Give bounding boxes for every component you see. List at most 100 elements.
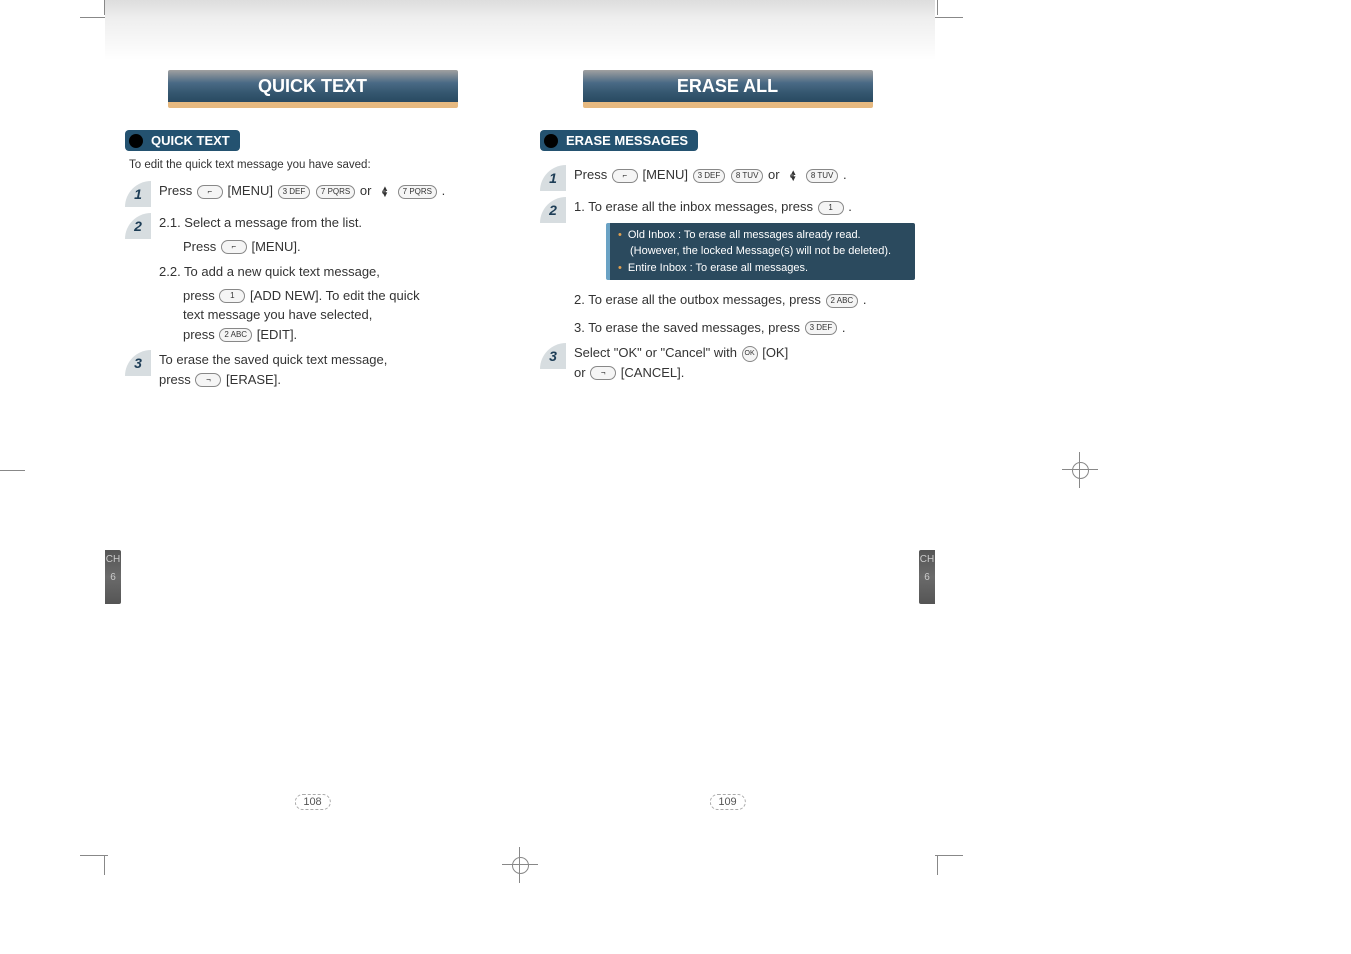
key-3-icon: 3 DEF [278, 185, 311, 199]
crop-mark [104, 855, 105, 875]
crop-mark [935, 855, 963, 856]
registration-mark [1070, 460, 1090, 480]
step-text: or [360, 183, 375, 198]
chapter-title-accent [168, 102, 458, 108]
page-content: QUICK TEXT To edit the quick text messag… [105, 130, 520, 395]
page-number: 108 [294, 794, 330, 810]
crop-mark [937, 0, 938, 15]
section-pill: ERASE MESSAGES [540, 130, 698, 151]
section-intro: To edit the quick text message you have … [129, 159, 500, 171]
step-text: [MENU]. [251, 239, 300, 254]
step-text: press [159, 372, 194, 387]
step-badge-icon: 2 [125, 213, 151, 239]
step-badge-icon: 3 [125, 350, 151, 376]
note-box: Old Inbox : To erase all messages alread… [606, 223, 915, 281]
step-text: [OK] [762, 345, 788, 360]
step-number: 3 [540, 343, 566, 369]
step-text: Select "OK" or "Cancel" with [574, 345, 741, 360]
step-text: . [843, 167, 847, 182]
substep-2-2: 2. To erase all the outbox messages, pre… [574, 290, 915, 310]
crop-mark [0, 470, 25, 471]
step-3: 3 To erase the saved quick text message,… [125, 350, 500, 389]
step-text: . [848, 199, 852, 214]
crop-mark [80, 855, 108, 856]
step-text: text message you have selected, [183, 307, 372, 322]
note-line: Entire Inbox : To erase all messages. [628, 260, 808, 277]
step-text: Press [183, 239, 220, 254]
key-1-icon: 1 [818, 201, 844, 215]
nav-key-icon: ▲▼ [785, 169, 799, 183]
step-text: [MENU] [227, 183, 276, 198]
ok-key-icon: OK [742, 346, 758, 362]
step-number: 3 [125, 350, 151, 376]
chapter-tab-num: 6 [919, 572, 935, 584]
crop-mark [80, 17, 108, 18]
substep-2-1: 2.1. Select a message from the list. Pre… [159, 213, 500, 256]
step-text: [CANCEL]. [621, 365, 685, 380]
key-7-icon: 7 PQRS [316, 185, 355, 199]
chapter-title-accent [583, 102, 873, 108]
page-content: ERASE MESSAGES 1 Press ⌐ [MENU] 3 DEF 8 … [520, 130, 935, 388]
step-badge-icon: 1 [540, 165, 566, 191]
soft-key-right-icon: ¬ [195, 373, 221, 387]
chapter-tab-left: CH 6 [105, 550, 121, 604]
page-number: 109 [709, 794, 745, 810]
chapter-tab-num: 6 [105, 572, 121, 584]
chapter-title-bar: QUICK TEXT [168, 70, 458, 108]
chapter-title: QUICK TEXT [168, 70, 458, 102]
note-line: Old Inbox : To erase all messages alread… [628, 227, 861, 244]
step-2: 2 2.1. Select a message from the list. P… [125, 213, 500, 344]
registration-mark [510, 855, 530, 875]
key-7-icon: 7 PQRS [398, 185, 437, 199]
key-3-icon: 3 DEF [693, 169, 726, 183]
step-text: . [442, 183, 446, 198]
step-number: 1 [540, 165, 566, 191]
step-text: . [842, 320, 846, 335]
substep-2-3: 3. To erase the saved messages, press 3 … [574, 318, 915, 338]
key-2-icon: 2 ABC [219, 328, 252, 342]
step-1: 1 Press ⌐ [MENU] 3 DEF 8 TUV or ▲▼ 8 TUV… [540, 165, 915, 191]
step-1: 1 Press ⌐ [MENU] 3 DEF 7 PQRS or ▲▼ 7 PQ… [125, 181, 500, 207]
step-text: 2. To erase all the outbox messages, pre… [574, 292, 825, 307]
chapter-tab-right: CH 6 [919, 550, 935, 604]
step-3: 3 Select "OK" or "Cancel" with OK [OK] o… [540, 343, 915, 382]
note-line: (However, the locked Message(s) will not… [630, 245, 891, 257]
step-2: 2 1. To erase all the inbox messages, pr… [540, 197, 915, 337]
step-badge-icon: 3 [540, 343, 566, 369]
chapter-title: ERASE ALL [583, 70, 873, 102]
step-text: Press [574, 167, 611, 182]
page-header-gradient [520, 0, 935, 60]
step-number: 2 [540, 197, 566, 223]
step-text: Press [159, 183, 196, 198]
key-3-icon: 3 DEF [805, 321, 838, 335]
step-text: or [768, 167, 783, 182]
step-text: 1. To erase all the inbox messages, pres… [574, 199, 813, 214]
step-text: [ERASE]. [226, 372, 281, 387]
key-8-icon: 8 TUV [731, 169, 764, 183]
section-pill: QUICK TEXT [125, 130, 240, 151]
soft-key-left-icon: ⌐ [197, 185, 223, 199]
soft-key-right-icon: ¬ [590, 366, 616, 380]
chapter-tab-label: CH [919, 554, 935, 566]
chapter-tab-label: CH [105, 554, 121, 566]
step-text: . [863, 292, 867, 307]
soft-key-left-icon: ⌐ [612, 169, 638, 183]
manual-spread: QUICK TEXT QUICK TEXT To edit the quick … [105, 0, 935, 820]
step-text: [ADD NEW]. To edit the quick [250, 288, 420, 303]
key-2-icon: 2 ABC [826, 294, 859, 308]
step-badge-icon: 2 [540, 197, 566, 223]
page-left: QUICK TEXT QUICK TEXT To edit the quick … [105, 0, 520, 820]
step-text: [EDIT]. [257, 327, 297, 342]
crop-mark [937, 855, 938, 875]
soft-key-left-icon: ⌐ [221, 240, 247, 254]
key-8-icon: 8 TUV [806, 169, 839, 183]
step-text: or [574, 365, 589, 380]
page-header-gradient [105, 0, 520, 60]
step-text: 2.1. Select a message from the list. [159, 215, 362, 230]
step-badge-icon: 1 [125, 181, 151, 207]
step-number: 2 [125, 213, 151, 239]
page-right: ERASE ALL ERASE MESSAGES 1 Press ⌐ [MENU… [520, 0, 935, 820]
step-text: press [183, 288, 218, 303]
substep-2-2: 2.2. To add a new quick text message, pr… [159, 262, 500, 344]
step-text: [MENU] [642, 167, 691, 182]
